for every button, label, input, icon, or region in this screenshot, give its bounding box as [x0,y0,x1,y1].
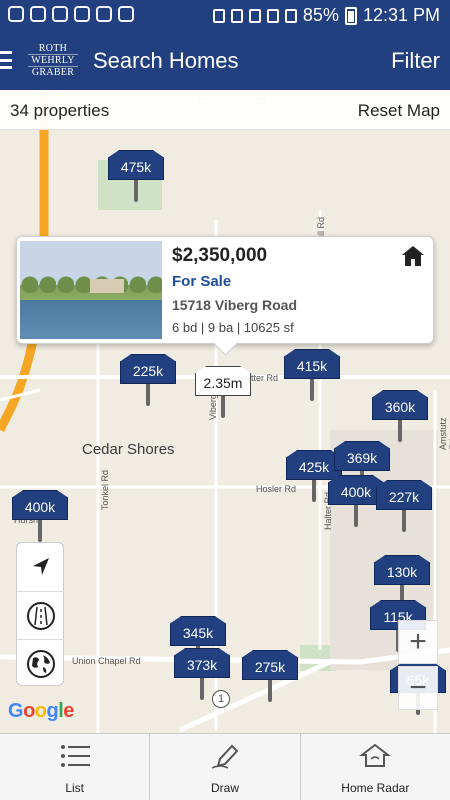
price-pin[interactable]: 275k [242,650,298,706]
listing-card[interactable]: $2,350,000 For Sale 15718 Viberg Road 6 … [16,236,434,344]
listing-photo[interactable] [20,241,162,339]
price-pin[interactable]: 227k [376,480,432,536]
message-icon [8,6,24,22]
logo-line-1: ROTH [28,43,78,55]
price-pin[interactable]: 475k [108,150,164,206]
bottom-tab-bar: List Draw Home Radar [0,733,450,800]
logo-line-3: GRABER [31,67,75,78]
zoom-out-button[interactable]: − [398,666,438,710]
price-pin-label: 415k [284,349,340,379]
globe-icon [27,649,55,678]
tab-home-radar[interactable]: Home Radar [301,734,450,800]
price-pin-label: 475k [108,150,164,180]
pencil-icon [211,744,239,769]
listing-details: 6 bd | 9 ba | 10625 sf [172,320,294,335]
logo-line-2: WEHRLY [28,55,78,67]
price-pin-label: 360k [372,390,428,420]
results-bar: 34 properties Reset Map [0,90,450,130]
page-title: Search Homes [93,48,239,73]
brand-logo: ROTH WEHRLY GRABER [28,43,78,78]
map-label-union-chapel-rd: Union Chapel Rd [72,656,141,666]
reset-map-button[interactable]: Reset Map [358,101,440,121]
price-pin[interactable]: 225k [120,354,176,410]
notification-icons [8,6,134,22]
status-bar: 85% 12:31 PM [0,0,450,32]
wifi-notify-icon [52,6,68,22]
satellite-view-button[interactable] [17,639,65,687]
navigation-arrow-icon [33,558,49,575]
price-pin-label: 275k [242,650,298,680]
activity-icon [118,6,134,22]
home-radar-icon [359,743,392,767]
tab-list-label: List [65,781,84,795]
filter-button[interactable]: Filter [391,48,440,74]
map-label-cedar-shores: Cedar Shores [82,441,175,458]
list-icon [60,745,90,767]
price-pin-label: 227k [376,480,432,510]
no-sim-icon [230,8,243,23]
price-pin-label: 2.35m [195,366,251,396]
price-pin-label: 345k [170,616,226,646]
map-controls [16,542,65,687]
menu-icon[interactable] [0,48,14,72]
tab-draw-label: Draw [210,781,239,795]
listing-address: 15718 Viberg Road [172,297,298,313]
clock: 12:31 PM [362,5,440,25]
sync-icon [96,6,112,22]
home-icon[interactable] [401,245,425,267]
price-pin-label: 369k [334,441,390,471]
wifi-icon [266,8,279,23]
price-pin-label: 225k [120,354,176,384]
map-label-tonkel-rd: Tonkel Rd [100,469,110,510]
road-icon [27,601,55,630]
app-bar: ROTH WEHRLY GRABER Search Homes Filter [0,32,450,90]
price-pin[interactable]: 373k [174,648,230,704]
price-pin-label: 373k [174,648,230,678]
price-pin[interactable]: 415k [284,349,340,405]
tab-draw[interactable]: Draw [150,734,301,800]
road-view-button[interactable] [17,591,65,639]
image-icon [30,6,46,22]
price-pin-selected[interactable]: 2.35m [195,366,251,422]
tab-list[interactable]: List [0,734,151,800]
zoom-in-button[interactable]: + [398,620,438,664]
signal-icon [284,8,297,23]
price-pin[interactable]: 360k [372,390,428,446]
alarm-icon [248,8,261,23]
system-tray: 85% 12:31 PM [212,5,440,26]
battery-percent: 85% [302,5,339,25]
map-view[interactable]: 27 29 ull Rd Cedar Shores Hosler Rd Unio… [0,90,450,733]
price-pin[interactable]: 400k [12,490,68,546]
listing-price: $2,350,000 [172,245,268,266]
shield-icon [74,6,90,22]
locate-button[interactable] [17,543,65,591]
google-logo: Google [8,700,74,722]
map-label-amstutz-rd: Amstutz Rd [438,417,450,450]
bluetooth-icon [212,8,225,23]
property-count: 34 properties [10,101,110,120]
battery-icon [344,6,357,25]
price-pin-label: 130k [374,555,430,585]
listing-status: For Sale [172,273,232,290]
price-pin-label: 400k [12,490,68,520]
tab-home-radar-label: Home Radar [341,781,410,795]
